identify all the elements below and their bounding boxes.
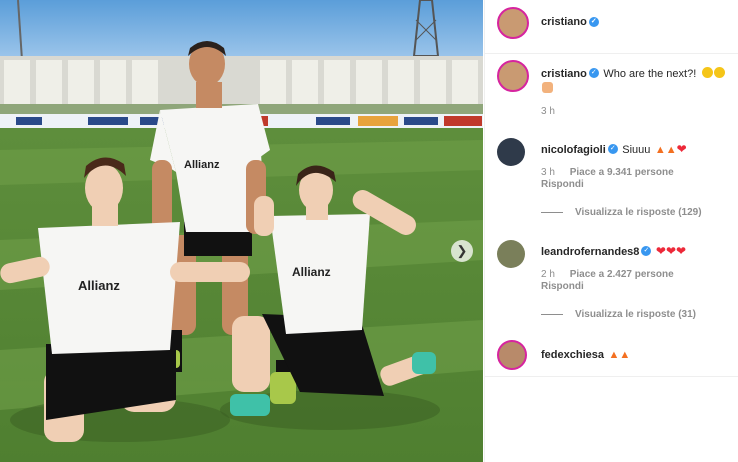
post-header: cristiano ✓ — [485, 0, 738, 54]
comment: leandrofernandes8 ✓ ❤❤❤ — [541, 242, 686, 260]
comment-meta: 3 h Piace a 9.341 persone — [541, 167, 674, 178]
svg-text:Allianz: Allianz — [184, 159, 220, 171]
post-sidebar: cristiano ✓ cristiano ✓ Who are the next?!… — [484, 0, 738, 462]
photo-scene: Allianz Allianz Allianz — [0, 0, 483, 462]
caption-second-line — [541, 79, 553, 97]
verified-badge-icon: ✓ — [641, 245, 652, 256]
caption-avatar[interactable] — [497, 60, 529, 92]
svg-text:Allianz: Allianz — [78, 278, 120, 293]
reply-button[interactable]: Rispondi — [541, 179, 584, 190]
view-replies-button[interactable]: Visualizza le risposte (129) — [541, 207, 702, 218]
author-username[interactable]: cristiano ✓ — [541, 16, 599, 28]
fire-icon: ▲ — [619, 349, 631, 361]
comment-username[interactable]: fedexchiesa — [541, 349, 604, 361]
thinking-emoji-icon — [701, 67, 713, 79]
comment-avatar[interactable] — [497, 340, 527, 370]
fire-icon: ▲ — [608, 349, 620, 361]
laughing-emoji-icon — [713, 67, 725, 79]
heart-icon: ❤ — [676, 142, 687, 156]
verified-badge-icon: ✓ — [607, 143, 618, 154]
comment-time: 3 h — [541, 167, 555, 178]
chevron-right-icon: ❯ — [456, 243, 468, 258]
caption-text: Who are the next?! — [603, 68, 697, 80]
comment-avatar[interactable] — [497, 138, 525, 166]
flexed-biceps-emoji-icon — [542, 82, 553, 94]
comment-likes[interactable]: Piace a 2.427 persone — [570, 269, 674, 280]
comment-avatar[interactable] — [497, 240, 525, 268]
view-replies-button[interactable]: Visualizza le risposte (31) — [541, 309, 696, 320]
comment-username[interactable]: nicolofagioli — [541, 144, 606, 156]
fire-icon: ▲ — [654, 144, 666, 156]
verified-badge-icon: ✓ — [588, 17, 599, 28]
comment-username[interactable]: leandrofernandes8 — [541, 246, 639, 258]
post-photo: Allianz Allianz Allianz ❯ — [0, 0, 483, 462]
fire-icon: ▲ — [665, 144, 677, 156]
comment-text: Siuuu — [622, 144, 651, 156]
comment-meta: 2 h Piace a 2.427 persone — [541, 269, 674, 280]
caption: cristiano ✓ Who are the next?! — [541, 64, 725, 82]
comment-likes[interactable]: Piace a 9.341 persone — [570, 167, 674, 178]
comment-time: 2 h — [541, 269, 555, 280]
heart-icon: ❤ — [665, 244, 676, 258]
comment: nicolofagioli ✓ Siuuu ▲▲❤ — [541, 140, 687, 158]
heart-icon: ❤ — [676, 244, 687, 258]
divider-line — [541, 211, 563, 213]
author-avatar[interactable] — [497, 7, 529, 39]
next-photo-button[interactable]: ❯ — [451, 240, 473, 262]
comment: fedexchiesa ▲▲ — [541, 345, 630, 363]
divider-line — [541, 313, 563, 315]
verified-badge-icon: ✓ — [588, 67, 599, 78]
heart-icon: ❤ — [655, 244, 666, 258]
caption-time: 3 h — [541, 106, 555, 117]
reply-button[interactable]: Rispondi — [541, 281, 584, 292]
divider — [485, 376, 738, 377]
svg-text:Allianz: Allianz — [292, 265, 331, 279]
